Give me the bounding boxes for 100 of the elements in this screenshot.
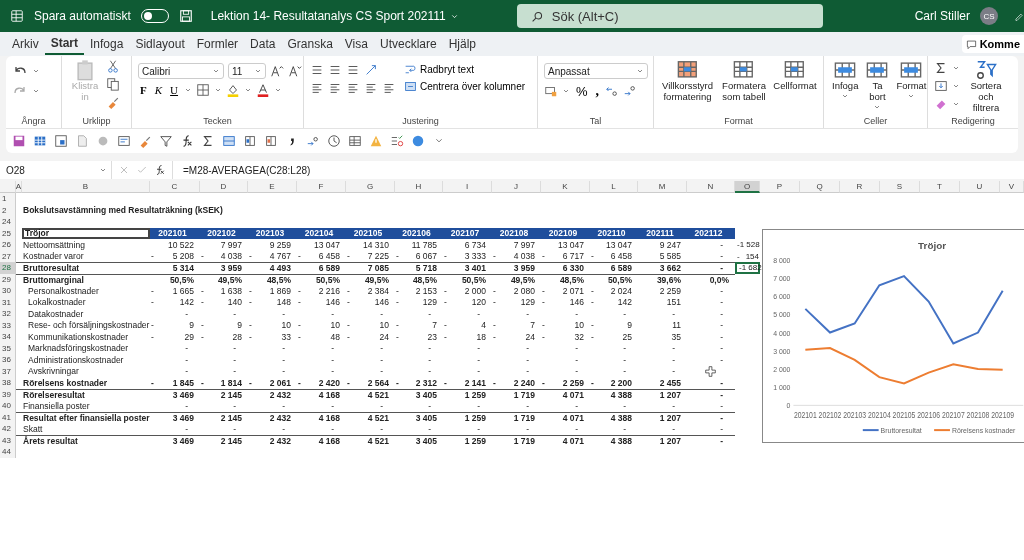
menu-tab[interactable]: Granska [281, 34, 339, 54]
align-middle-icon[interactable] [328, 63, 342, 77]
column-header[interactable]: I [443, 181, 492, 193]
clock-icon[interactable] [327, 134, 341, 148]
row-header[interactable]: 26 [0, 239, 16, 251]
save-icon[interactable] [178, 9, 193, 23]
decimal-icon[interactable] [306, 134, 320, 148]
row-header[interactable]: 42 [0, 423, 16, 435]
caret-icon[interactable] [212, 67, 220, 75]
menu-tab[interactable]: Hjälp [442, 34, 482, 54]
search-field[interactable]: Sök (Alt+C) [516, 4, 823, 28]
align-center-icon[interactable] [328, 81, 342, 95]
menu-tab[interactable]: Utvecklare [373, 34, 443, 54]
indent-icon[interactable] [382, 81, 396, 95]
row-header[interactable]: 44 [0, 446, 16, 458]
percent-button[interactable]: % [574, 83, 590, 99]
align-top-icon[interactable] [310, 63, 324, 77]
column-header[interactable]: B [22, 181, 150, 193]
comma-button[interactable]: , [593, 83, 602, 99]
menu-tab[interactable]: Arkiv [6, 34, 45, 54]
column-header[interactable]: T [920, 181, 960, 193]
font-color-icon[interactable] [256, 83, 271, 97]
column-header[interactable]: E [248, 181, 297, 193]
sort-filter-button[interactable]: Sortera och filtrera [964, 59, 1008, 116]
outdent-icon[interactable] [364, 81, 378, 95]
bold-button[interactable]: F [138, 84, 149, 96]
row-header[interactable]: 34 [0, 331, 16, 343]
column-header[interactable]: P [760, 181, 800, 193]
font-dropdown[interactable]: Calibri [138, 63, 224, 79]
row-header[interactable]: 38 [0, 377, 16, 389]
caret-icon[interactable] [32, 67, 40, 75]
caret-icon[interactable] [952, 64, 960, 72]
comments-button[interactable]: Komme [961, 35, 1024, 53]
fill-color-icon[interactable] [226, 83, 241, 97]
spreadsheet-icon[interactable] [10, 9, 24, 23]
row-header[interactable]: 28 [0, 262, 16, 274]
column-header[interactable]: Q [800, 181, 840, 193]
menu-tab[interactable]: Visa [338, 34, 374, 54]
column-header[interactable]: C [150, 181, 200, 193]
menu-tab[interactable]: Data [244, 34, 282, 54]
table-icon[interactable] [33, 134, 47, 148]
row-header[interactable]: 30 [0, 285, 16, 297]
fill-icon[interactable] [934, 79, 948, 93]
decrease-decimals-icon[interactable] [605, 84, 620, 98]
column-header[interactable]: O [735, 181, 760, 193]
name-box[interactable]: O28 [0, 161, 112, 179]
column-header[interactable]: V [1000, 181, 1024, 193]
orientation-icon[interactable] [364, 63, 378, 77]
caret-icon[interactable] [636, 67, 644, 75]
ribbon-button[interactable]: Cellformat [773, 59, 817, 116]
ribbon-button[interactable]: Formatera som tabell [719, 59, 769, 116]
increase-decimals-icon[interactable] [623, 84, 638, 98]
caret-icon[interactable] [244, 86, 253, 94]
sum-icon[interactable] [201, 134, 215, 148]
borders-icon[interactable] [196, 83, 211, 97]
column-header[interactable]: S [880, 181, 920, 193]
form-icon[interactable] [117, 134, 131, 148]
column-header[interactable]: H [395, 181, 443, 193]
row-header[interactable]: 32 [0, 308, 16, 320]
circle-icon[interactable] [411, 134, 425, 148]
brush-icon[interactable] [138, 134, 152, 148]
column-header[interactable]: N [687, 181, 735, 193]
columns-icon[interactable] [264, 134, 278, 148]
column-header[interactable]: K [541, 181, 590, 193]
document-title[interactable]: Lektion 14- Resultatanalys CS Sport 202111 [210, 9, 446, 23]
copy-icon[interactable] [106, 77, 120, 91]
menu-tab[interactable]: Infoga [84, 34, 130, 54]
caret-icon[interactable] [562, 87, 570, 95]
column-header[interactable]: L [590, 181, 638, 193]
column-header[interactable]: R [840, 181, 880, 193]
number-format-dropdown[interactable]: Anpassat [544, 63, 648, 79]
column-header[interactable]: D [200, 181, 248, 193]
filter-icon[interactable] [159, 134, 173, 148]
table-icon[interactable] [222, 134, 236, 148]
shrink-font-icon[interactable] [288, 64, 302, 78]
caret-icon[interactable] [214, 86, 223, 94]
save-icon[interactable] [12, 134, 26, 148]
row-header[interactable]: 40 [0, 400, 16, 412]
align-left-icon[interactable] [310, 81, 324, 95]
menu-tab[interactable]: Formler [190, 34, 245, 54]
column-header[interactable]: G [346, 181, 395, 193]
wrap-text-button[interactable]: Radbryt text [404, 63, 526, 76]
grid-icon[interactable] [348, 134, 362, 148]
ribbon-button[interactable]: Format [894, 59, 929, 116]
column-header[interactable]: F [297, 181, 346, 193]
user-avatar[interactable]: CS [980, 7, 998, 25]
caret-icon[interactable] [32, 87, 40, 95]
row-header[interactable]: 24 [0, 216, 16, 228]
caret-icon[interactable] [952, 82, 960, 90]
brush-icon[interactable] [106, 95, 120, 109]
column-header[interactable]: J [492, 181, 541, 193]
ribbon-button[interactable]: Ta bort [864, 59, 891, 116]
caret-icon[interactable] [99, 166, 107, 174]
merge-center-button[interactable]: Centrera över kolumner [404, 80, 526, 93]
formula-field[interactable]: =M28-AVERAGEA(C28:L28) [172, 161, 1024, 179]
cut-icon[interactable] [106, 59, 120, 73]
column-header[interactable]: U [960, 181, 1000, 193]
sum-icon[interactable] [934, 61, 948, 75]
column-header[interactable]: M [638, 181, 687, 193]
function-icon[interactable] [154, 164, 166, 176]
